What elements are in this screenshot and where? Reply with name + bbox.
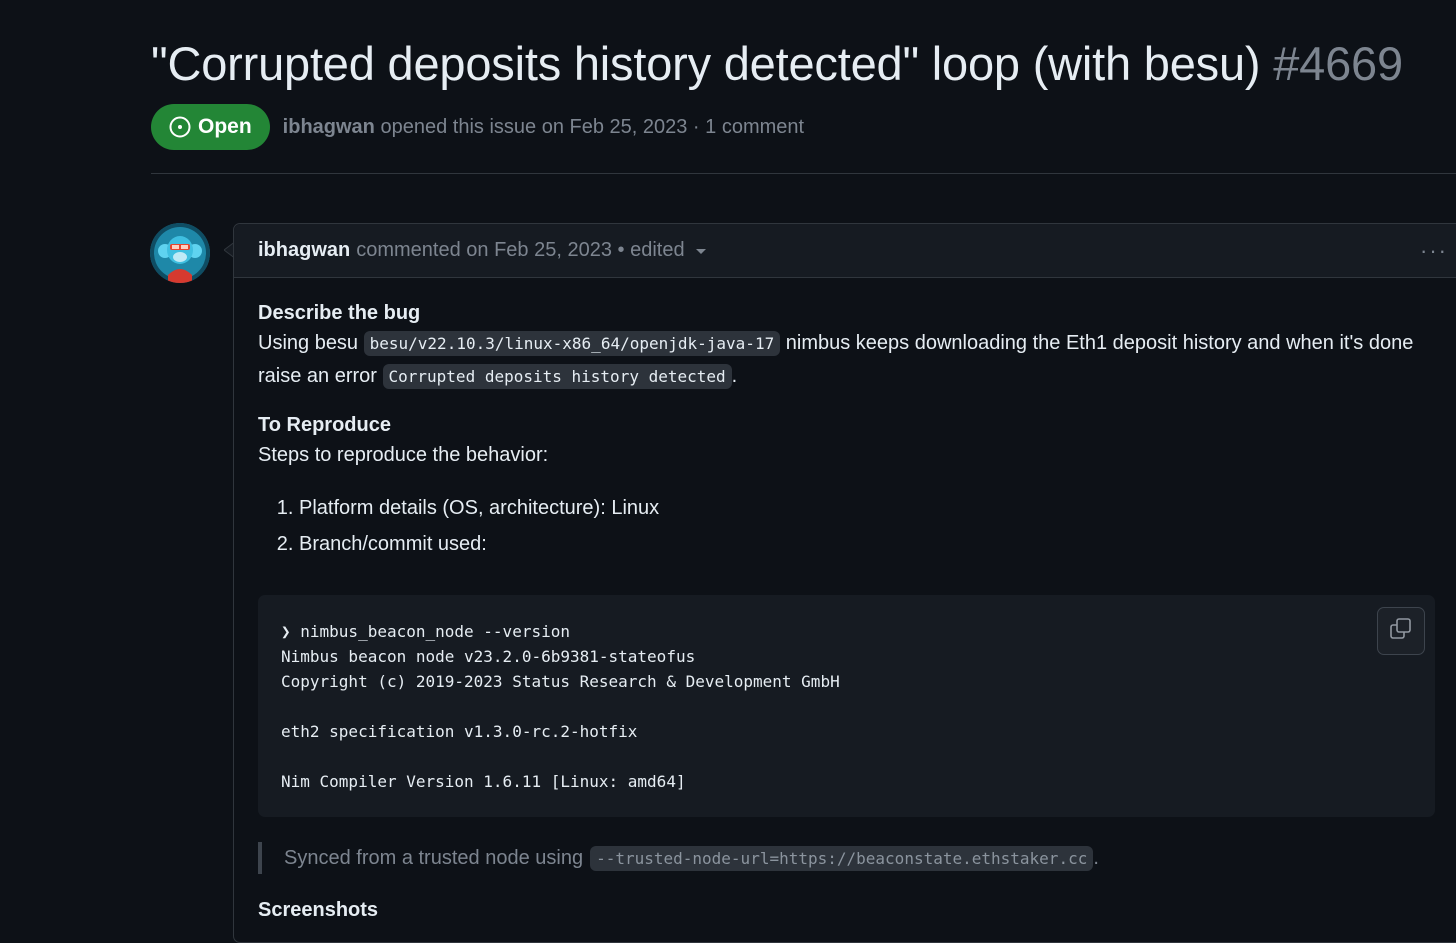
bug-heading: Describe the bug	[258, 302, 421, 324]
comment-author-link[interactable]: ibhagwan	[258, 239, 350, 262]
bug-description: Using besu besu/v22.10.3/linux-x86_64/op…	[258, 327, 1448, 393]
code-line: eth2 specification v1.3.0-rc.2-hotfix	[281, 722, 638, 741]
comment-header: ibhagwan commented on Feb 25, 2023 • edi…	[234, 224, 1456, 278]
issue-title: "Corrupted deposits history detected" lo…	[151, 36, 1451, 91]
issue-title-text: "Corrupted deposits history detected" lo…	[151, 37, 1261, 90]
error-code: Corrupted deposits history detected	[382, 364, 732, 389]
issue-author-link[interactable]: ibhagwan	[283, 116, 375, 138]
issue-opened-info: ibhagwan opened this issue on Feb 25, 20…	[283, 116, 804, 139]
quote-end: .	[1093, 846, 1099, 869]
blockquote: Synced from a trusted node using --trust…	[258, 842, 1099, 874]
more-options-icon[interactable]: ···	[1420, 238, 1448, 264]
copy-button[interactable]	[1377, 607, 1425, 655]
list-item: Platform details (OS, architecture): Lin…	[299, 490, 1448, 526]
issue-meta: Open ibhagwan opened this issue on Feb 2…	[151, 104, 804, 150]
quote-code: --trusted-node-url=https://beaconstate.e…	[590, 845, 1094, 871]
code-line: Nimbus beacon node v23.2.0-6b9381-stateo…	[281, 647, 696, 666]
comment-body: Describe the bug Using besu besu/v22.10.…	[258, 302, 1448, 921]
issue-opened-text: opened this issue on Feb 25, 2023 · 1 co…	[380, 115, 805, 138]
quote-text: Synced from a trusted node using	[284, 846, 584, 869]
issue-open-icon	[169, 116, 191, 138]
comment-meta: commented on Feb 25, 2023 • edited	[356, 239, 685, 261]
code-block: ❯ nimbus_beacon_node --version Nimbus be…	[258, 595, 1435, 817]
status-label: Open	[198, 115, 252, 138]
repro-text: Steps to reproduce the behavior:	[258, 444, 549, 466]
header-divider	[151, 173, 1456, 174]
chevron-down-icon[interactable]	[695, 239, 707, 262]
avatar[interactable]	[150, 223, 210, 283]
code-line: Copyright (c) 2019-2023 Status Research …	[281, 672, 840, 691]
comment-card: ibhagwan commented on Feb 25, 2023 • edi…	[233, 223, 1456, 943]
code-line: Nim Compiler Version 1.6.11 [Linux: amd6…	[281, 772, 686, 791]
copy-icon	[1389, 617, 1413, 645]
steps-list: Platform details (OS, architecture): Lin…	[258, 490, 1448, 562]
list-item: Branch/commit used:	[299, 526, 1448, 562]
status-badge: Open	[151, 104, 270, 150]
besu-version-code: besu/v22.10.3/linux-x86_64/openjdk-java-…	[363, 331, 781, 356]
repro-heading: To Reproduce	[258, 414, 391, 436]
code-line: ❯ nimbus_beacon_node --version	[281, 622, 570, 641]
bug-text-1: Using besu	[258, 332, 359, 354]
issue-number: #4669	[1273, 37, 1403, 90]
bug-text-3: .	[731, 365, 738, 387]
